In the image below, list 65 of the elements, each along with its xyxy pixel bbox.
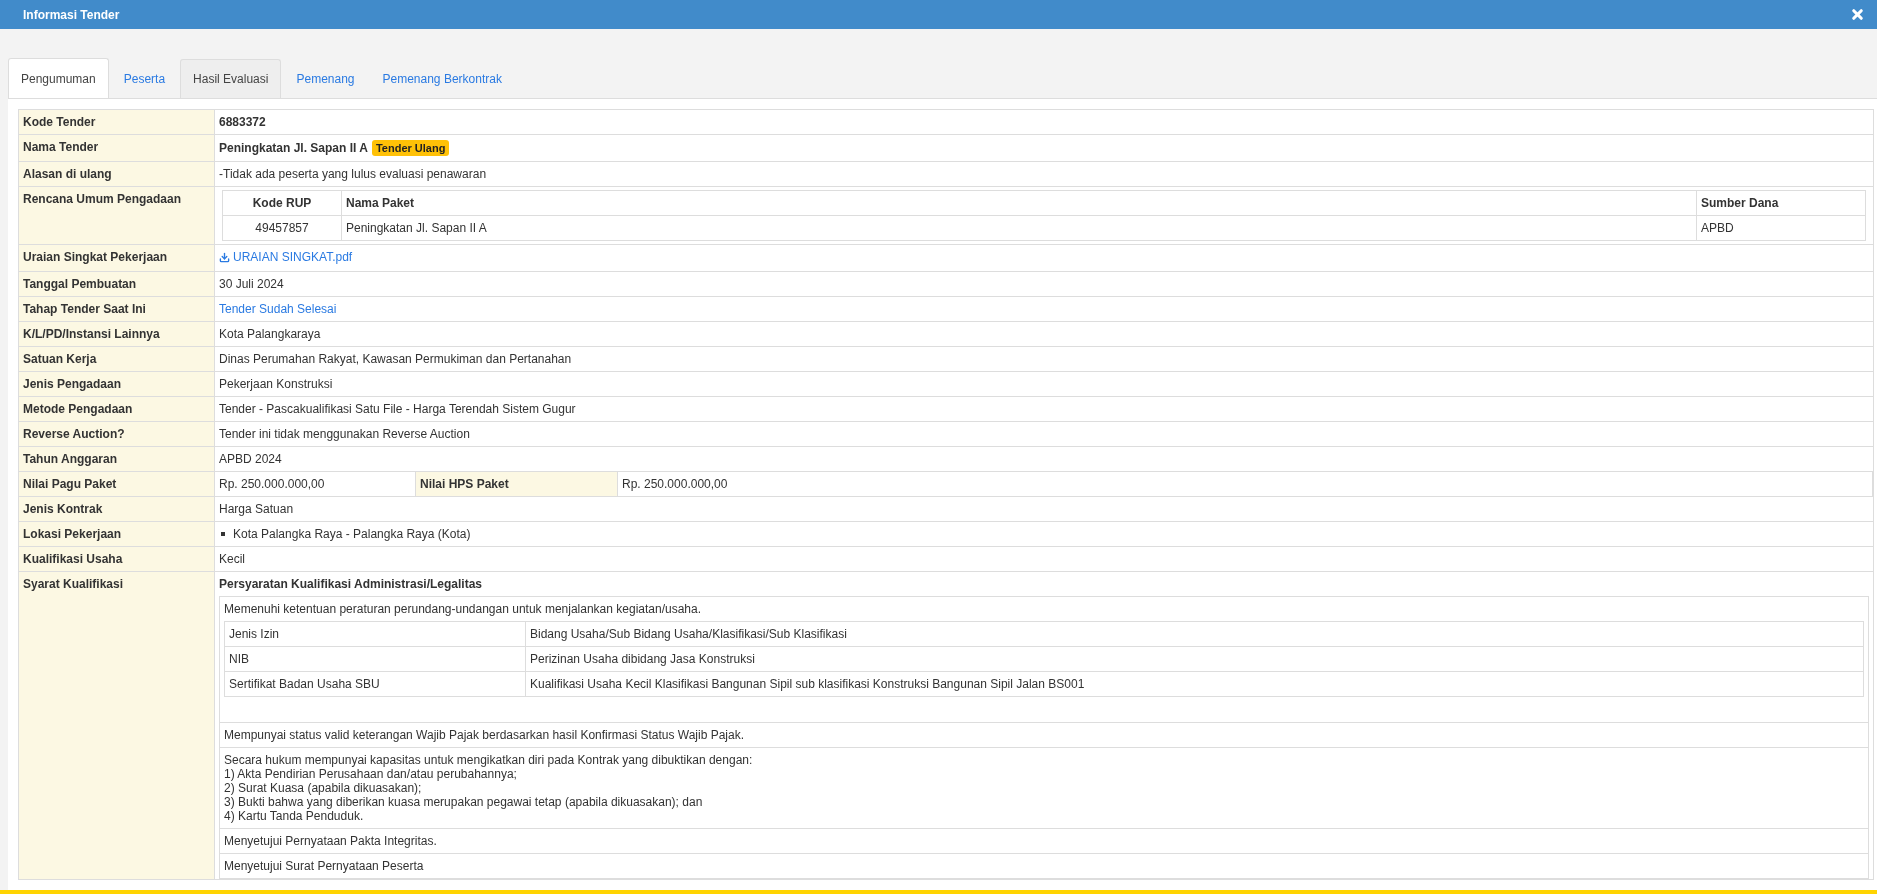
field-value: -Tidak ada peserta yang lulus evaluasi penawaran — [219, 167, 487, 181]
field-label: Nilai Pagu Paket — [19, 471, 215, 497]
table-cell: Jenis Izin — [224, 621, 526, 646]
stage-link[interactable]: Tender Sudah Selesai — [219, 301, 337, 316]
field-label: Tahun Anggaran — [19, 446, 215, 472]
download-icon — [219, 251, 230, 263]
status-badge: Tender Ulang — [371, 140, 450, 156]
field-label: Syarat Kualifikasi — [19, 571, 215, 880]
field-value: Rp. 250.000.000,00 — [219, 476, 325, 491]
location-item: Kota Palangka Raya - Palangka Raya (Kota) — [233, 526, 471, 541]
field-value: Dinas Perumahan Rakyat, Kawasan Permukiman dan Pertanahan — [219, 351, 572, 366]
tab[interactable]: Peserta — [110, 59, 179, 98]
field-value: Pekerjaan Konstruksi — [219, 376, 333, 391]
field-label: Tanggal Pembuatan — [19, 271, 215, 297]
field-label: Nilai HPS Paket — [416, 471, 618, 496]
field-value: 6883372 — [219, 115, 266, 129]
section-heading: Persyaratan Kualifikasi Administrasi/Legalitas — [218, 575, 483, 593]
tab[interactable]: Pengumuman — [8, 58, 109, 99]
tab[interactable]: Pemenang Berkontrak — [369, 59, 515, 98]
field-label: Jenis Kontrak — [19, 496, 215, 522]
table-cell: Sertifikat Badan Usaha SBU — [224, 671, 526, 696]
column-header: Sumber Dana — [1696, 190, 1866, 216]
close-icon — [1850, 7, 1865, 22]
requirement-text: Menyetujui Surat Pernyataan Peserta — [223, 857, 425, 875]
requirement-text: Memenuhi ketentuan peraturan perundang-undangan untuk menjalankan kegiatan/usaha. — [223, 600, 703, 618]
field-value: Kota Palangkaraya — [219, 326, 321, 341]
bullet-icon — [221, 531, 225, 536]
requirement-text: Mempunyai status valid keterangan Wajib Pajak berdasarkan hasil Konfirmasi Status Wajib Pajak. — [223, 726, 746, 744]
field-value: 30 Juli 2024 — [219, 276, 284, 291]
field-label: Rencana Umum Pengadaan — [19, 187, 215, 245]
field-label: Lokasi Pekerjaan — [19, 521, 215, 547]
field-label: Metode Pengadaan — [19, 396, 215, 422]
table-cell: APBD — [1696, 215, 1866, 241]
file-link[interactable]: URAIAN SINGKAT.pdf — [219, 250, 353, 264]
field-label: Kualifikasi Usaha — [19, 546, 215, 572]
field-value: Peningkatan Jl. Sapan II A — [219, 141, 368, 155]
tab[interactable]: Pemenang — [283, 59, 368, 98]
close-button[interactable] — [1850, 7, 1865, 22]
field-value: Harga Satuan — [219, 501, 294, 516]
field-label: Uraian Singkat Pekerjaan — [19, 245, 215, 272]
table-cell: Peningkatan Jl. Sapan II A — [341, 215, 1697, 241]
column-header: Nama Paket — [341, 190, 1697, 216]
requirement-text: Menyetujui Pernyataan Pakta Integritas. — [223, 832, 438, 850]
table-cell: Bidang Usaha/Sub Bidang Usaha/Klasifikasi/Sub Klasifikasi — [525, 621, 1864, 646]
window-title: Informasi Tender — [23, 7, 120, 22]
table-cell: Perizinan Usaha dibidang Jasa Konstruksi — [525, 646, 1864, 671]
field-label: K/L/PD/Instansi Lainnya — [19, 321, 215, 347]
field-value: Kecil — [219, 551, 245, 566]
field-label: Satuan Kerja — [19, 346, 215, 372]
requirement-text: Secara hukum mempunyai kapasitas untuk mengikatkan diri pada Kontrak yang dibuktikan dengan: 1) Akta Pendirian Perusahaan dan/atau perubahannya; 2) Surat Kuasa (apabila dikuasakan); 3) Bukti bahwa yang diberikan kuasa merupakan pegawai tetap (apabila dikuasakan); dan 4) Kartu Tanda Penduduk. — [223, 751, 754, 825]
field-label: Kode Tender — [19, 110, 215, 135]
table-cell: Kualifikasi Usaha Kecil Klasifikasi Bangunan Sipil sub klasifikasi Konstruksi Bangunan Sipil Jalan BS001 — [525, 671, 1864, 696]
tab[interactable]: Hasil Evaluasi — [180, 59, 282, 98]
field-value: Tender ini tidak menggunakan Reverse Auction — [219, 426, 470, 441]
field-value: Tender - Pascakualifikasi Satu File - Harga Terendah Sistem Gugur — [219, 401, 576, 416]
field-label: Reverse Auction? — [19, 421, 215, 447]
field-label: Tahap Tender Saat Ini — [19, 296, 215, 322]
field-value: Rp. 250.000.000,00 — [622, 476, 728, 491]
table-cell: NIB — [224, 646, 526, 671]
table-cell: 49457857 — [222, 215, 342, 241]
field-label: Jenis Pengadaan — [19, 371, 215, 397]
field-value: APBD 2024 — [219, 451, 282, 466]
field-label: Alasan di ulang — [19, 162, 215, 187]
column-header: Kode RUP — [222, 190, 342, 216]
field-label: Nama Tender — [19, 135, 215, 162]
